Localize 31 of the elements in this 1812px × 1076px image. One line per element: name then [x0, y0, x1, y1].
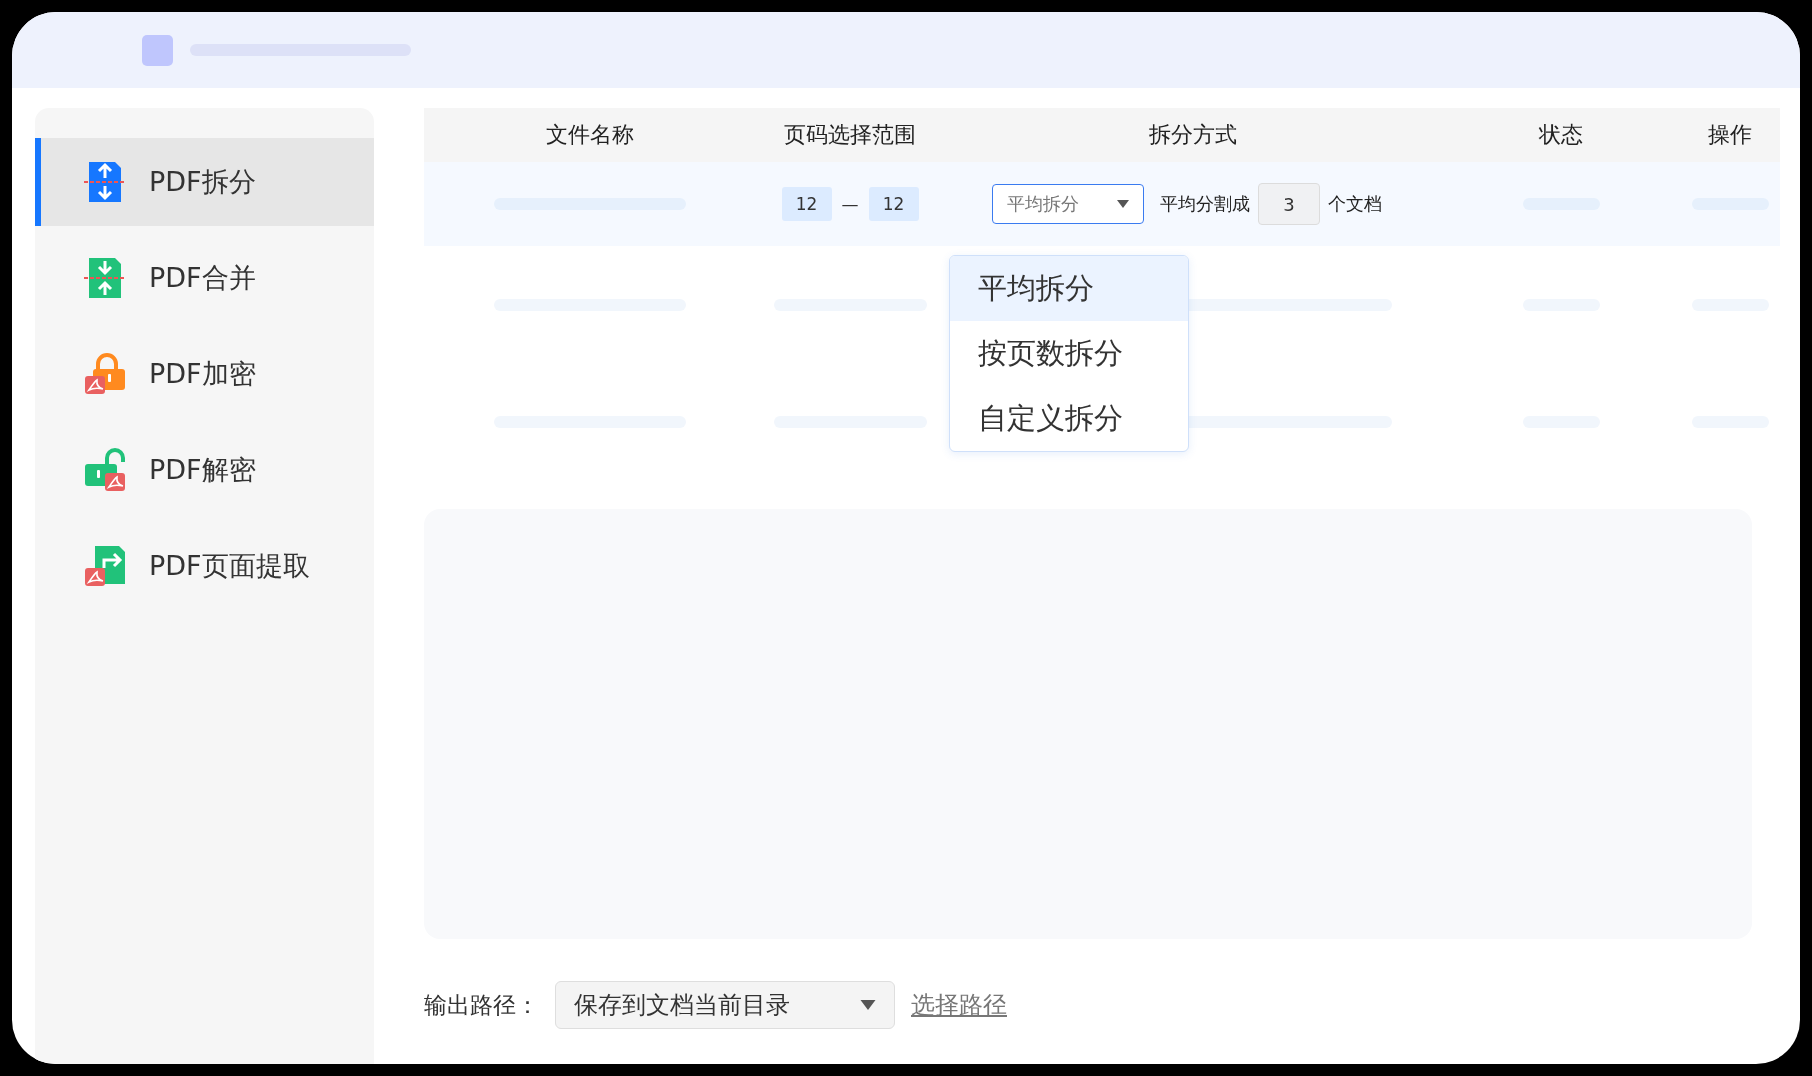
sidebar-item[interactable]: PDF加密 [35, 330, 374, 418]
column-header: 页码选择范围 [783, 121, 917, 149]
padlock-pdf-icon [83, 352, 127, 396]
choose-path-link[interactable]: 选择路径 [911, 989, 1007, 1021]
range-dash: — [841, 194, 859, 214]
split-count-label: 平均分割成 [1160, 192, 1250, 216]
caret-icon [1117, 200, 1129, 208]
page-from-field[interactable]: 12 [781, 187, 832, 221]
sidebar-item[interactable]: PDF合并 [35, 234, 374, 322]
page-to-field[interactable]: 12 [868, 187, 919, 221]
output-path-dropdown[interactable]: 保存到文档当前目录 [555, 981, 895, 1029]
column-header: 状态 [1538, 121, 1584, 149]
split-count-field[interactable]: 3 [1258, 183, 1320, 225]
dropdown-option[interactable]: 平均拆分 [950, 256, 1188, 321]
dropdown-option[interactable]: 自定义拆分 [950, 386, 1188, 451]
column-header: 文件名称 [545, 121, 635, 149]
output-path-label: 输出路径： [424, 990, 539, 1020]
split-count-suffix: 个文档 [1328, 192, 1382, 216]
column-header: 操作 [1707, 121, 1753, 149]
split-mode-dropdown[interactable]: 平均拆分 [992, 184, 1144, 224]
sidebar-item[interactable]: PDF解密 [35, 426, 374, 514]
page-arrow-pdf-icon [83, 544, 127, 588]
split-document-icon [83, 160, 127, 204]
sidebar-item[interactable]: PDF页面提取 [35, 522, 374, 610]
open-padlock-pdf-icon [83, 448, 127, 492]
column-header: 拆分方式 [1148, 121, 1238, 149]
app-logo-icon [142, 34, 173, 66]
sidebar-item[interactable]: PDF拆分 [35, 138, 374, 226]
caret-icon [860, 1000, 876, 1010]
dropdown-option[interactable]: 按页数拆分 [950, 321, 1188, 386]
merge-document-icon [83, 256, 127, 300]
